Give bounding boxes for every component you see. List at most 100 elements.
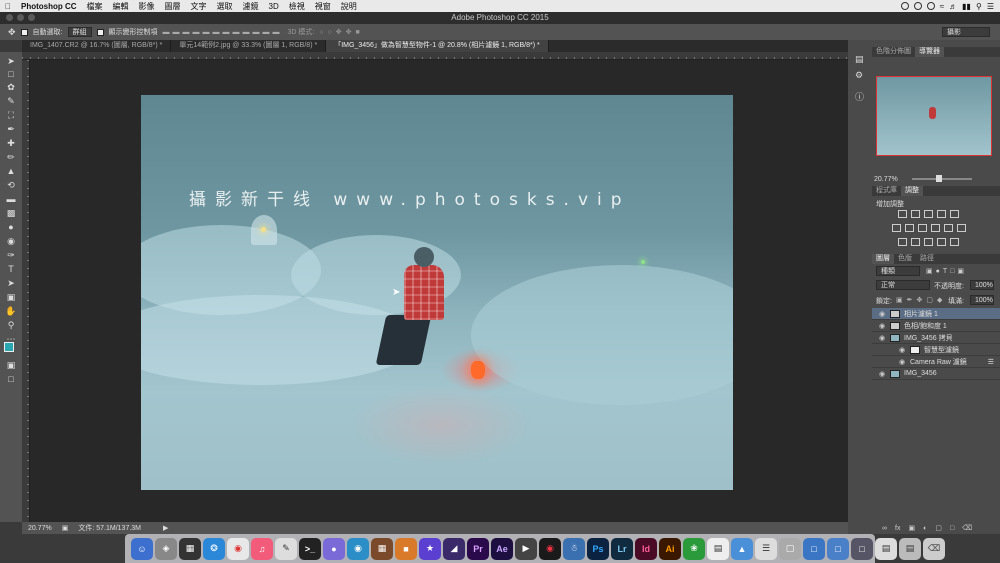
tab-adjustments[interactable]: 調整 <box>901 186 923 196</box>
transform-controls-checkbox[interactable] <box>96 28 104 36</box>
info-panel-icon[interactable]: ⓘ <box>855 90 864 103</box>
menu-type[interactable]: 文字 <box>186 1 212 12</box>
move-tool-icon[interactable]: ➤ <box>5 56 17 66</box>
folder-icon[interactable]: □ <box>803 537 825 560</box>
move-tool-icon[interactable]: ✥ <box>8 27 16 38</box>
menu-edit[interactable]: 編輯 <box>108 1 134 12</box>
menu-window[interactable]: 視窗 <box>310 1 336 12</box>
document-icon[interactable]: ▤ <box>899 537 921 560</box>
app-icon[interactable]: ◉ <box>347 537 369 560</box>
document-size[interactable]: 文件: 57.1M/137.3M <box>78 523 141 533</box>
menu-view[interactable]: 檢視 <box>284 1 310 12</box>
gradient-map-icon[interactable] <box>937 238 946 246</box>
finder-icon[interactable]: ☺ <box>131 537 153 560</box>
layer-name[interactable]: 相片濾鏡 1 <box>904 309 938 319</box>
zoom-level[interactable]: 20.77% <box>28 525 52 532</box>
auto-select-dropdown[interactable]: 群組 <box>67 27 92 37</box>
pen-tool-icon[interactable]: ✑ <box>5 250 17 260</box>
link-layers-icon[interactable]: ∞ <box>882 525 887 532</box>
invert-icon[interactable] <box>898 238 907 246</box>
blur-tool-icon[interactable]: ● <box>5 222 17 232</box>
new-group-icon[interactable]: ▢ <box>935 524 942 532</box>
layer-style-icon[interactable]: fx <box>895 525 900 532</box>
opacity-input[interactable]: 100% <box>970 280 994 290</box>
apple-icon[interactable]:  <box>0 2 16 11</box>
volume-icon[interactable]: ♬ <box>949 2 957 11</box>
hand-tool-icon[interactable]: ✋ <box>5 306 17 316</box>
menu-list-icon[interactable]: ☰ <box>987 2 994 11</box>
brightness-contrast-icon[interactable] <box>898 210 907 218</box>
share-icon[interactable]: ▣ <box>62 524 69 532</box>
clone-stamp-tool-icon[interactable]: ▲ <box>5 166 17 176</box>
menu-help[interactable]: 說明 <box>336 1 362 12</box>
layer-name[interactable]: IMG_3456 <box>904 370 937 377</box>
quick-select-tool-icon[interactable]: ✎ <box>5 96 17 106</box>
menu-select[interactable]: 選取 <box>212 1 238 12</box>
color-balance-icon[interactable] <box>905 224 914 232</box>
tab-document[interactable]: IMG_1407.CR2 @ 16.7% (圖層, RGB/8*) * <box>22 40 172 52</box>
status-arrow-icon[interactable]: ▶ <box>163 524 168 532</box>
close-window-button[interactable] <box>6 14 13 21</box>
properties-panel-icon[interactable]: ⚙ <box>855 70 863 81</box>
blend-mode-dropdown[interactable]: 正常 <box>876 280 930 290</box>
app-icon[interactable]: ▤ <box>707 537 729 560</box>
zoom-window-button[interactable] <box>28 14 35 21</box>
healing-brush-tool-icon[interactable]: ✚ <box>5 138 17 148</box>
levels-icon[interactable] <box>911 210 920 218</box>
menu-image[interactable]: 影像 <box>134 1 160 12</box>
app-icon[interactable]: ▢ <box>779 537 801 560</box>
color-lookup-icon[interactable] <box>957 224 966 232</box>
app-icon[interactable]: ▲ <box>731 537 753 560</box>
history-brush-tool-icon[interactable]: ⟲ <box>5 180 17 190</box>
navigator-slider-thumb[interactable] <box>936 175 942 182</box>
type-tool-icon[interactable]: T <box>5 264 17 274</box>
fill-input[interactable]: 100% <box>970 295 994 305</box>
screen-mode-icon[interactable]: □ <box>5 374 17 384</box>
status-icon[interactable] <box>913 2 922 10</box>
app-icon[interactable]: ★ <box>419 537 441 560</box>
evernote-icon[interactable]: ❀ <box>683 537 705 560</box>
premiere-icon[interactable]: Pr <box>467 537 489 560</box>
lightroom-icon[interactable]: Lr <box>611 537 633 560</box>
illustrator-icon[interactable]: Ai <box>659 537 681 560</box>
crop-tool-icon[interactable]: ⛶ <box>5 110 17 120</box>
final-cut-icon[interactable]: ▶ <box>515 537 537 560</box>
app-icon[interactable]: ◢ <box>443 537 465 560</box>
tab-paths[interactable]: 路徑 <box>916 254 938 264</box>
menu-filter[interactable]: 濾鏡 <box>238 1 264 12</box>
menu-file[interactable]: 檔案 <box>82 1 108 12</box>
document-image[interactable]: 攝影新干线 www.photosks.vip <box>141 95 733 490</box>
align-icons[interactable]: ▬▬▬▬▬▬▬▬▬▬▬▬ <box>163 29 283 36</box>
app-icon[interactable]: ☰ <box>755 537 777 560</box>
photo-filter-icon[interactable] <box>931 224 940 232</box>
eye-icon[interactable]: ◉ <box>878 310 886 318</box>
quick-mask-icon[interactable]: ▣ <box>5 360 17 370</box>
add-mask-icon[interactable]: ▣ <box>908 524 915 532</box>
path-select-tool-icon[interactable]: ➤ <box>5 278 17 288</box>
tab-document[interactable]: 單元14範例2.jpg @ 33.3% (圖層 1, RGB/8) * <box>171 40 327 52</box>
tab-navigator[interactable]: 導覽器 <box>915 47 944 57</box>
menu-layer[interactable]: 圖層 <box>160 1 186 12</box>
new-layer-icon[interactable]: □ <box>950 525 954 532</box>
shape-tool-icon[interactable]: ▣ <box>5 292 17 302</box>
itunes-icon[interactable]: ♫ <box>251 537 273 560</box>
layer-row[interactable]: ◉ IMG_3456 拷貝 <box>872 332 1000 344</box>
textedit-icon[interactable]: ✎ <box>275 537 297 560</box>
mode-3d-icons[interactable]: ○○✥✥■ <box>319 28 363 36</box>
tab-document-active[interactable]: 「IMG_3456」做為智慧型物件-1 @ 20.8% (相片濾鏡 1, RGB… <box>326 40 549 52</box>
document-icon[interactable]: ▤ <box>875 537 897 560</box>
safari-icon[interactable]: ❂ <box>203 537 225 560</box>
photoshop-icon[interactable]: Ps <box>587 537 609 560</box>
eyedropper-tool-icon[interactable]: ✒ <box>5 124 17 134</box>
channel-mixer-icon[interactable] <box>944 224 953 232</box>
layer-row[interactable]: ◉ 智慧型濾鏡 <box>872 344 1000 356</box>
foreground-color-swatch[interactable] <box>4 342 14 352</box>
app-icon[interactable]: ■ <box>395 537 417 560</box>
posterize-icon[interactable] <box>911 238 920 246</box>
lasso-tool-icon[interactable]: ✿ <box>5 82 17 92</box>
eye-icon[interactable]: ◉ <box>878 322 886 330</box>
layer-name[interactable]: IMG_3456 拷貝 <box>904 333 953 343</box>
filter-options-icon[interactable]: ☰ <box>988 358 994 366</box>
delete-layer-icon[interactable]: ⌫ <box>962 524 972 532</box>
workspace-dropdown[interactable]: 攝影 <box>942 27 990 37</box>
